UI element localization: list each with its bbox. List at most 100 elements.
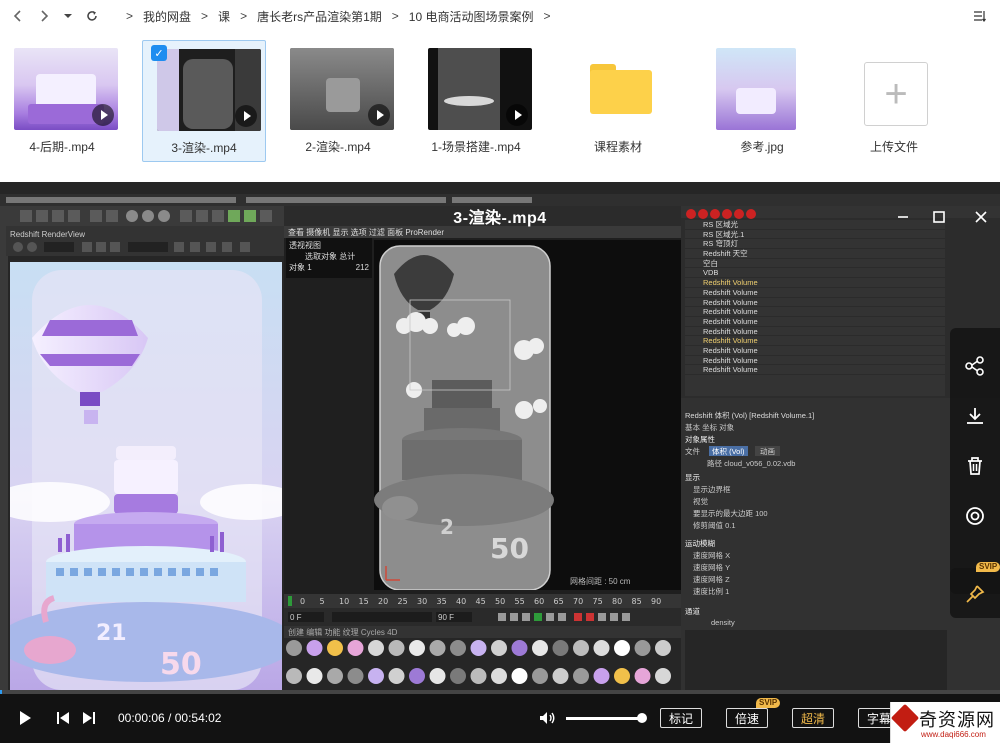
material-swatch [347,640,364,656]
material-swatch [429,668,446,684]
speed-button[interactable]: 倍速 [726,708,769,728]
timeline-tick-label: 30 [417,597,427,606]
material-swatch [388,640,405,656]
file-name: 4-后期-.mp4 [29,140,95,154]
material-swatch [327,640,343,656]
material-swatch [491,640,507,656]
material-swatch [409,640,425,656]
volume-fill [566,717,642,720]
breadcrumb-separator: > [543,9,551,23]
file-item-video[interactable]: 2-渲染-.mp4 [276,40,400,162]
timeline-tick-label: 45 [476,597,486,606]
side-action-bar [950,328,1000,594]
download-icon[interactable] [963,404,987,428]
plus-icon[interactable]: + [864,62,928,126]
total-time: 00:54:02 [174,711,222,725]
sort-view-icon[interactable] [968,4,992,28]
video-player[interactable]: Redshift RenderView 21 50 查看 摄像机 显示 选项 过… [0,182,1000,743]
file-item-video-selected[interactable]: ✓ 3-渲染-.mp4 [142,40,266,162]
timeline-tick-label: 55 [515,597,525,606]
delete-icon[interactable] [963,454,987,478]
material-manager [284,638,681,694]
back-icon[interactable] [6,4,30,28]
watermark-logo-icon [890,703,920,733]
viewport-scene: 2 50 网格间距 : 50 cm [374,240,682,590]
svg-text:50: 50 [160,647,202,682]
material-swatch [409,668,425,684]
timeline-tick-label: 85 [632,597,642,606]
attr-row: 速度比例 1 [693,587,730,596]
timeline-tick-label: 5 [320,597,325,606]
file-item-video[interactable]: 1-场景搭建-.mp4 [414,40,538,162]
file-item-image[interactable]: 参考.jpg [700,40,824,162]
timeline-tick-label: 90 [651,597,661,606]
breadcrumb-item-series[interactable]: 唐长老rs产品渲染第1期 [255,8,384,25]
stats-object-value: 212 [355,263,369,272]
material-swatch [634,668,651,684]
attr-path: 路径 cloud_v056_0.02.vdb [707,459,796,468]
file-item-video[interactable]: 4-后期-.mp4 [0,40,124,162]
pin-icon[interactable] [963,582,987,606]
attr-display: 显示 [685,473,700,482]
file-name: 2-渲染-.mp4 [305,140,371,154]
volume-icon[interactable] [538,709,556,727]
forward-icon[interactable] [32,4,56,28]
file-name: 参考.jpg [740,140,784,154]
material-swatch [634,640,651,656]
minimize-icon[interactable] [892,206,914,228]
video-frame[interactable]: Redshift RenderView 21 50 查看 摄像机 显示 选项 过… [0,182,1000,694]
history-dropdown-icon[interactable] [56,4,80,28]
timeline-tick-label: 75 [593,597,603,606]
volume-slider[interactable] [566,713,647,723]
object-list-row: Redshift Volume [685,278,945,288]
breadcrumb-item-current[interactable]: 10 电商活动图场景案例 [407,8,536,25]
breadcrumb-separator: > [126,9,134,23]
material-swatch [347,668,364,684]
material-swatch [470,668,487,684]
timeline-tick-label: 35 [437,597,447,606]
material-swatch [306,668,323,684]
checkbox-checked-icon[interactable]: ✓ [151,45,167,61]
maximize-icon[interactable] [928,206,950,228]
breadcrumb-item-my-drive[interactable]: 我的网盘 [141,8,193,25]
breadcrumb-separator: > [201,9,209,23]
render-preview-image: 21 50 [10,262,282,694]
timeline: 0 5 10 15 20 25 30 35 40 45 50 55 60 65 70 75 80 85 90 0 F… [284,594,681,638]
material-swatch [450,640,466,656]
frame-end: 90 F [438,613,454,622]
video-thumbnail [290,48,394,130]
object-list: RS 区域光 RS 区域光.1 RS 穹顶灯 Redshift 天空 空白 VDB Reds… [685,220,945,396]
breadcrumb-separator: > [391,9,399,23]
share-icon[interactable] [963,354,987,378]
object-list-row: 空白 [685,259,945,269]
upload-label: 上传文件 [869,140,918,154]
material-swatch [614,668,630,684]
volume-knob[interactable] [637,713,647,723]
circle-target-icon[interactable] [963,504,987,528]
object-list-row: Redshift Volume [685,288,945,298]
bookmark-button[interactable]: 标记 [660,708,703,728]
material-swatch [532,640,548,656]
stats-object-label: 对象 1 [289,263,312,272]
play-icon[interactable] [16,709,34,727]
material-swatch [368,640,384,656]
previous-icon[interactable] [54,709,72,727]
refresh-icon[interactable] [80,4,104,28]
next-icon[interactable] [80,709,98,727]
file-item-folder[interactable]: 课程素材 [556,40,680,162]
material-swatch [655,668,671,684]
material-swatch [655,640,671,656]
svip-badge: SVIP [756,698,781,708]
material-swatch [368,668,384,684]
object-list-row: Redshift Volume [685,298,945,308]
close-icon[interactable] [970,206,992,228]
quality-button[interactable]: 超清 [792,708,835,728]
video-viewport-panel: 查看 摄像机 显示 选项 过滤 面板 ProRender 透视视图 选取对象 总… [284,226,682,694]
material-swatch [429,640,446,656]
file-name: 1-场景搭建-.mp4 [431,140,521,154]
breadcrumb-item-course[interactable]: 课 [216,8,232,25]
svg-text:2: 2 [440,515,454,539]
material-swatch [573,668,589,684]
upload-file-item[interactable]: + 上传文件 [832,40,956,162]
material-swatch [286,668,302,684]
